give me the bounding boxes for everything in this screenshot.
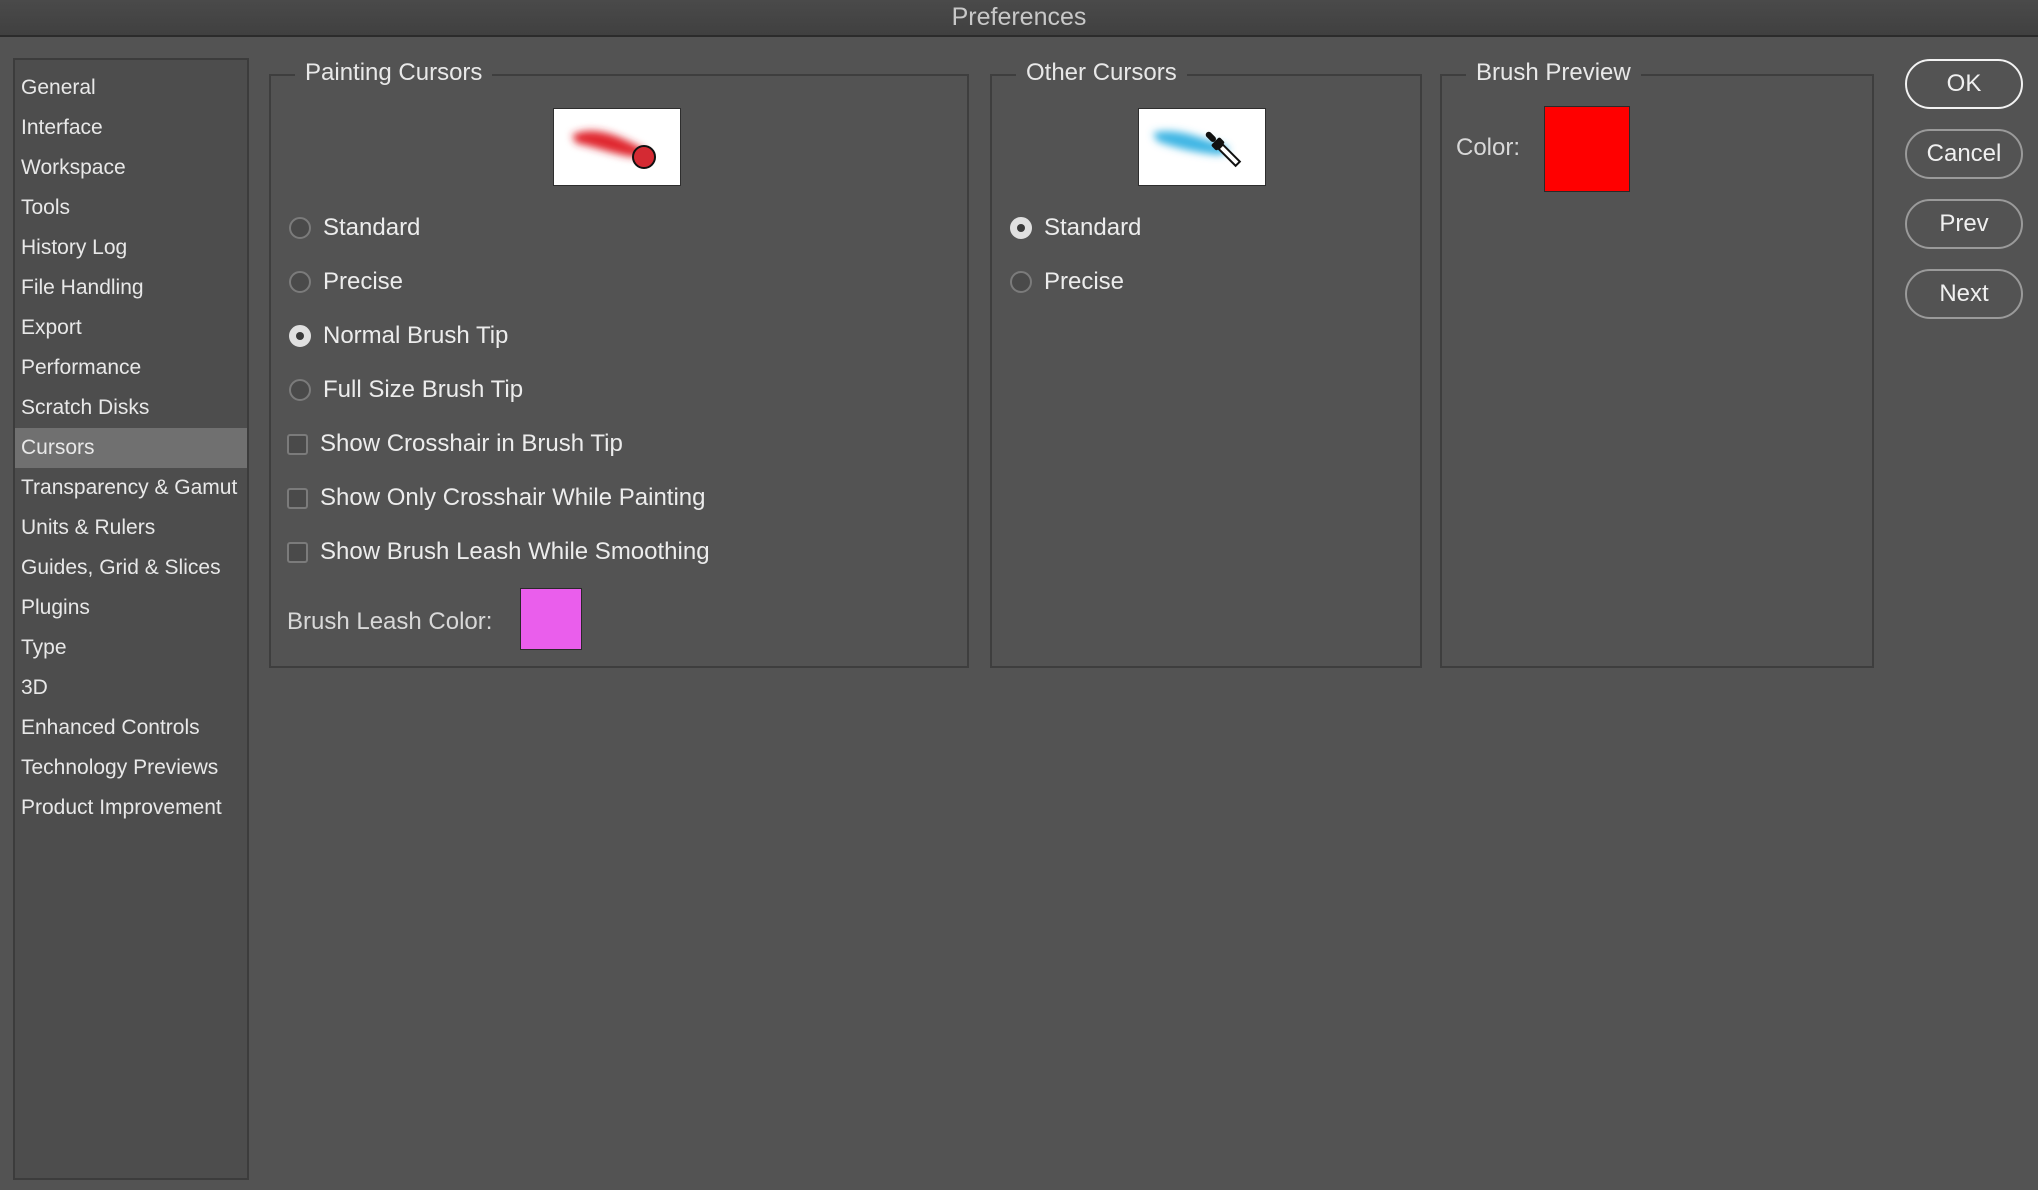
brush-preview-color-swatch[interactable] xyxy=(1544,106,1630,192)
radio-indicator[interactable] xyxy=(289,271,311,293)
painting-cursors-title: Painting Cursors xyxy=(295,59,493,87)
painting-cursors-group: Painting Cursors Standard Precise Normal… xyxy=(269,59,969,668)
checkbox-box[interactable] xyxy=(287,487,308,509)
sidebar-item-scratch-disks[interactable]: Scratch Disks xyxy=(15,388,247,428)
sidebar-item-plugins[interactable]: Plugins xyxy=(15,588,247,628)
sidebar-item-units-rulers[interactable]: Units & Rulers xyxy=(15,508,247,548)
sidebar-item-performance[interactable]: Performance xyxy=(15,348,247,388)
checkbox-label: Show Only Crosshair While Painting xyxy=(320,484,706,511)
sidebar-item-technology-previews[interactable]: Technology Previews xyxy=(15,748,247,788)
other-cursors-group: Other Cursors Standard Precise xyxy=(990,59,1422,668)
option-label: Precise xyxy=(1044,268,1125,295)
radio-indicator[interactable] xyxy=(289,379,311,401)
radio-indicator[interactable] xyxy=(289,325,311,347)
sidebar-item-type[interactable]: Type xyxy=(15,628,247,668)
brush-preview-color-label: Color: xyxy=(1456,134,1521,161)
checkbox-label: Show Brush Leash While Smoothing xyxy=(320,538,710,565)
brush-leash-color-swatch[interactable] xyxy=(520,588,582,650)
painting-radio-standard[interactable]: Standard xyxy=(289,214,420,242)
next-button[interactable]: Next xyxy=(1905,269,2023,319)
sidebar-item-product-improvement[interactable]: Product Improvement xyxy=(15,788,247,828)
painting-cursor-preview xyxy=(553,108,681,186)
sidebar-item-export[interactable]: Export xyxy=(15,308,247,348)
radio-indicator[interactable] xyxy=(289,217,311,239)
option-label: Full Size Brush Tip xyxy=(323,376,524,403)
sidebar-item-general[interactable]: General xyxy=(15,68,247,108)
option-label: Normal Brush Tip xyxy=(323,322,509,349)
window-titlebar: Preferences xyxy=(0,0,2038,37)
checkbox-box[interactable] xyxy=(287,541,308,563)
sidebar-item-3d[interactable]: 3D xyxy=(15,668,247,708)
other-radio-standard[interactable]: Standard xyxy=(1010,214,1141,242)
other-cursor-preview xyxy=(1138,108,1266,186)
sidebar-item-guides-grid-slices[interactable]: Guides, Grid & Slices xyxy=(15,548,247,588)
cancel-button[interactable]: Cancel xyxy=(1905,129,2023,179)
sidebar-item-file-handling[interactable]: File Handling xyxy=(15,268,247,308)
checkbox-label: Show Crosshair in Brush Tip xyxy=(320,430,623,457)
checkbox-show-brush-leash[interactable]: Show Brush Leash While Smoothing xyxy=(287,538,710,566)
prev-button[interactable]: Prev xyxy=(1905,199,2023,249)
option-label: Standard xyxy=(323,214,421,241)
brush-preview-title: Brush Preview xyxy=(1466,59,1641,87)
window-title: Preferences xyxy=(951,3,1087,31)
sidebar-item-interface[interactable]: Interface xyxy=(15,108,247,148)
checkbox-show-only-crosshair[interactable]: Show Only Crosshair While Painting xyxy=(287,484,706,512)
ok-button[interactable]: OK xyxy=(1905,59,2023,109)
brush-circle-cursor-icon xyxy=(572,130,656,169)
painting-radio-precise[interactable]: Precise xyxy=(289,268,403,296)
option-label: Standard xyxy=(1044,214,1142,241)
other-radio-precise[interactable]: Precise xyxy=(1010,268,1124,296)
painting-radio-full-size-brush-tip[interactable]: Full Size Brush Tip xyxy=(289,376,523,404)
sidebar-item-tools[interactable]: Tools xyxy=(15,188,247,228)
radio-indicator[interactable] xyxy=(1010,217,1032,239)
other-cursors-title: Other Cursors xyxy=(1016,59,1187,87)
eyedropper-cursor-icon xyxy=(1153,131,1242,168)
brush-preview-group: Brush Preview Color: xyxy=(1440,59,1874,668)
radio-indicator[interactable] xyxy=(1010,271,1032,293)
brush-leash-color-label: Brush Leash Color: xyxy=(287,608,493,635)
option-label: Precise xyxy=(323,268,404,295)
sidebar-item-cursors[interactable]: Cursors xyxy=(15,428,247,468)
sidebar-item-history-log[interactable]: History Log xyxy=(15,228,247,268)
preferences-sidebar: General Interface Workspace Tools Histor… xyxy=(13,58,249,1180)
sidebar-item-enhanced-controls[interactable]: Enhanced Controls xyxy=(15,708,247,748)
painting-radio-normal-brush-tip[interactable]: Normal Brush Tip xyxy=(289,322,508,350)
checkbox-show-crosshair[interactable]: Show Crosshair in Brush Tip xyxy=(287,430,623,458)
sidebar-item-workspace[interactable]: Workspace xyxy=(15,148,247,188)
sidebar-item-transparency-gamut[interactable]: Transparency & Gamut xyxy=(15,468,247,508)
checkbox-box[interactable] xyxy=(287,433,308,455)
